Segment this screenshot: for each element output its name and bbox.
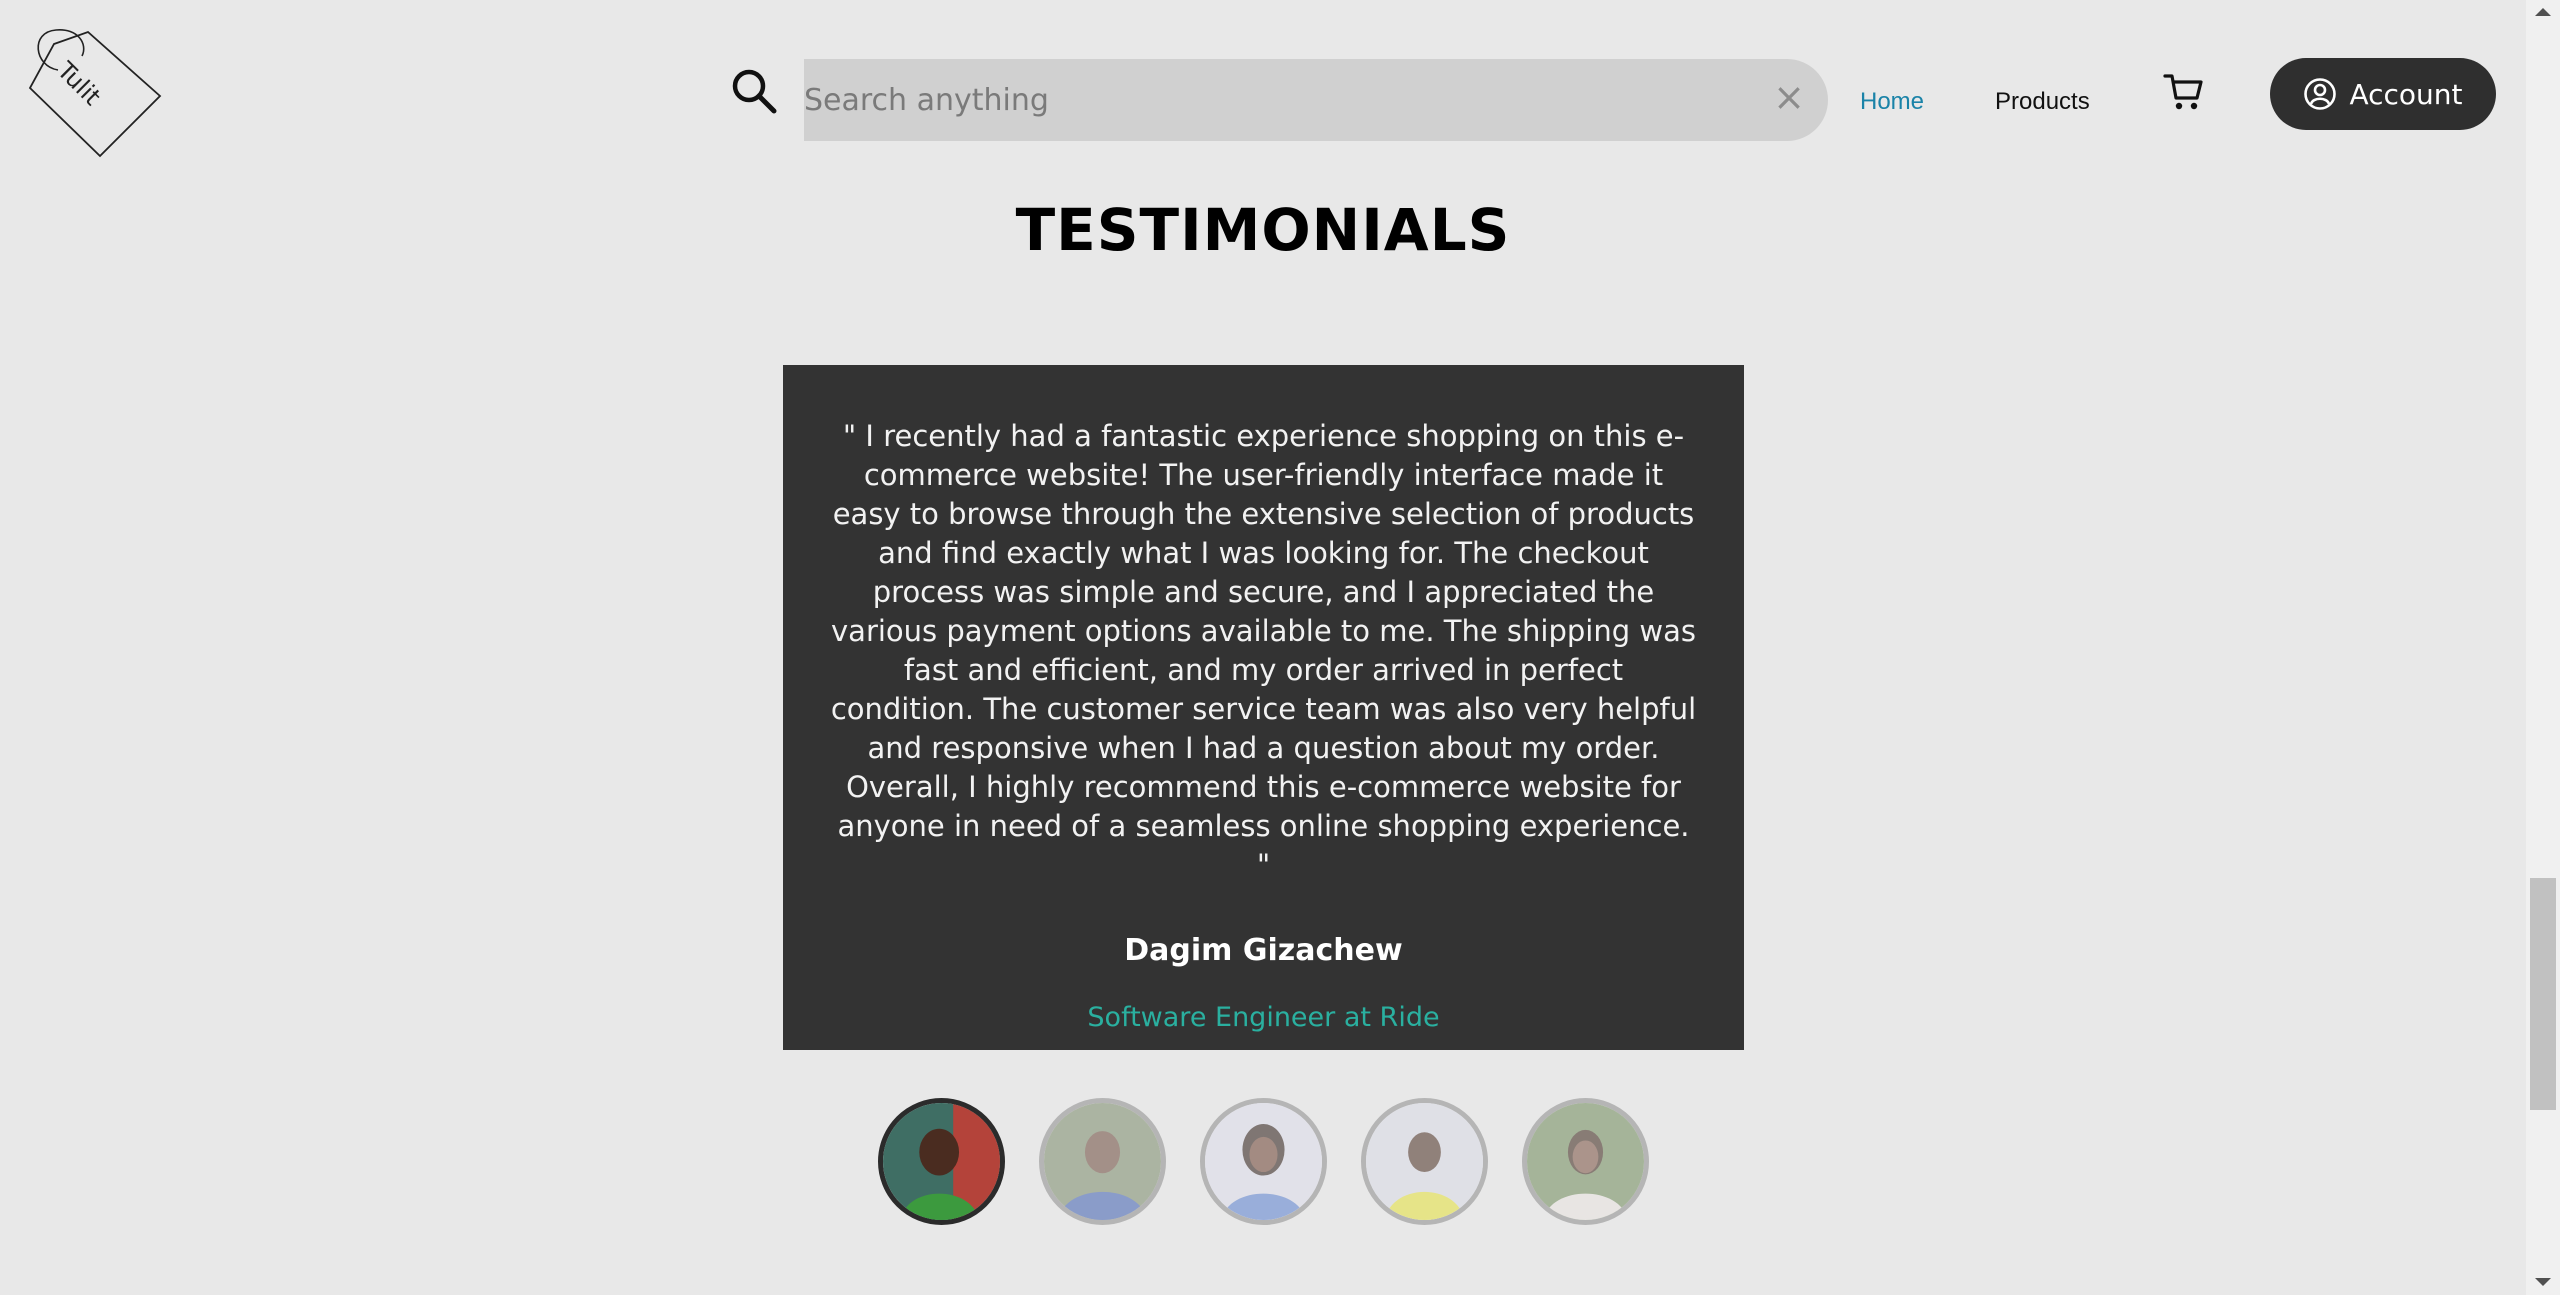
vertical-scrollbar[interactable] (2526, 0, 2560, 1295)
search-icon[interactable] (730, 67, 778, 115)
page: Tulit × Home Products Account TESTIMONIA… (0, 0, 2560, 1295)
avatar-2[interactable] (1039, 1098, 1166, 1225)
avatar-1[interactable] (878, 1098, 1005, 1225)
search-bar: × (804, 59, 1828, 141)
testimonial-author: Dagim Gizachew (1124, 933, 1403, 968)
clear-search-icon[interactable]: × (1769, 77, 1809, 117)
avatar-3[interactable] (1200, 1098, 1327, 1225)
avatar-5[interactable] (1522, 1098, 1649, 1225)
testimonial-card: " I recently had a fantastic experience … (783, 365, 1744, 1050)
nav-home-link[interactable]: Home (1860, 88, 1924, 116)
search-input[interactable] (804, 59, 1744, 141)
testimonial-role: Software Engineer at Ride (1087, 1002, 1440, 1033)
scroll-up-arrow-icon[interactable] (2526, 0, 2560, 24)
account-button[interactable]: Account (2270, 58, 2496, 130)
avatar-4[interactable] (1361, 1098, 1488, 1225)
testimonials-title: TESTIMONIALS (1015, 196, 1511, 264)
scroll-thumb[interactable] (2530, 878, 2556, 1110)
logo-tag-icon[interactable]: Tulit (26, 26, 166, 161)
logo-text: Tulit (51, 56, 106, 111)
cart-icon[interactable] (2163, 72, 2205, 112)
user-circle-icon (2304, 78, 2337, 110)
account-label: Account (2349, 77, 2463, 111)
testimonial-quote: " I recently had a fantastic experience … (830, 419, 1697, 882)
scroll-down-arrow-icon[interactable] (2526, 1270, 2560, 1294)
testimonial-avatar-list (878, 1098, 1649, 1225)
nav-products-link[interactable]: Products (1995, 88, 2090, 116)
